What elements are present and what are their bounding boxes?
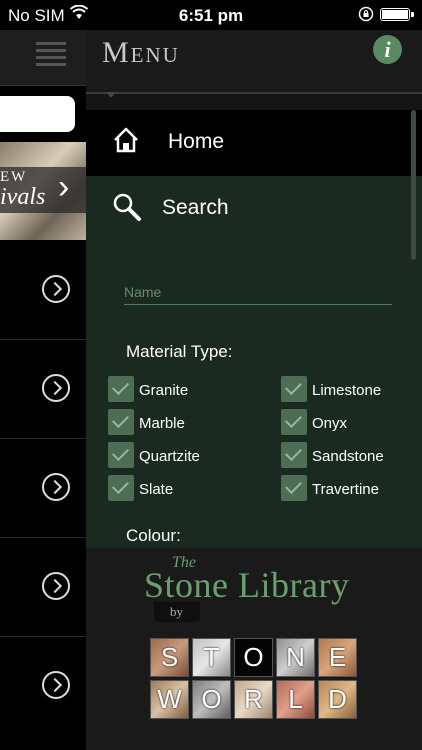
logo-tile: R	[234, 680, 273, 719]
checkbox-checked-icon[interactable]	[108, 409, 134, 435]
logo-name: Stone Library	[144, 565, 350, 605]
rotation-lock-icon	[358, 6, 374, 22]
checkbox-label: Quartzite	[139, 448, 200, 465]
checkbox-label: Granite	[139, 382, 189, 399]
background-topbar	[0, 30, 86, 86]
menu-title: Menu	[102, 36, 180, 69]
checkbox-checked-icon[interactable]	[281, 409, 307, 435]
info-icon[interactable]: i	[373, 35, 402, 64]
home-icon	[114, 127, 138, 153]
checkbox-checked-icon[interactable]	[281, 376, 307, 402]
list-item[interactable]	[0, 538, 86, 637]
checkbox-checked-icon[interactable]	[108, 376, 134, 402]
nav-item-search[interactable]: Search	[86, 176, 422, 242]
chevron-circle-icon[interactable]	[42, 572, 70, 600]
list-item[interactable]	[0, 637, 86, 735]
logo-tile: N	[276, 638, 315, 677]
colour-label: Colour:	[126, 526, 181, 545]
name-field[interactable]	[124, 280, 392, 305]
list-item[interactable]	[0, 340, 86, 439]
status-bar: No SIM 6:51 pm	[0, 0, 422, 30]
nav-search-label: Search	[162, 196, 229, 219]
logo-tile: W	[150, 680, 189, 719]
chevron-right-icon: ›	[58, 168, 70, 206]
background-page: EW ivals ›	[0, 30, 86, 750]
logo-tile: D	[318, 680, 357, 719]
list-item[interactable]	[0, 439, 86, 538]
search-panel: Material Type: Granite Marble Quartzite …	[86, 242, 422, 548]
chevron-circle-icon[interactable]	[42, 473, 70, 501]
background-search-box[interactable]	[0, 96, 75, 132]
checkbox-checked-icon[interactable]	[108, 475, 134, 501]
menu-header: Menu i	[86, 30, 422, 94]
stone-library-logo: The Stone Library by S T O N E W O R L D	[86, 548, 422, 750]
caret-icon	[106, 92, 116, 98]
chevron-circle-icon[interactable]	[42, 671, 70, 699]
checkbox-label: Sandstone	[312, 448, 384, 465]
checkbox-checked-icon[interactable]	[281, 475, 307, 501]
logo-tile: T	[192, 638, 231, 677]
battery-icon	[380, 8, 414, 21]
scrollbar[interactable]	[411, 110, 416, 260]
logo-tile: E	[318, 638, 357, 677]
logo-tile: L	[276, 680, 315, 719]
material-type-label: Material Type:	[126, 342, 233, 361]
checkbox-label: Onyx	[312, 415, 348, 432]
logo-tile: S	[150, 638, 189, 677]
new-arrivals-banner[interactable]: EW ivals ›	[0, 142, 86, 240]
chevron-circle-icon[interactable]	[42, 275, 70, 303]
chevron-circle-icon[interactable]	[42, 374, 70, 402]
nav-item-home[interactable]: Home	[86, 110, 422, 176]
logo-by: by	[170, 604, 183, 619]
list-item[interactable]	[0, 241, 86, 340]
side-menu: Menu i Home Search Material Type: Granit…	[86, 30, 422, 750]
logo-tile: O	[234, 638, 273, 677]
search-icon	[113, 193, 141, 221]
checkbox-label: Marble	[139, 415, 185, 432]
nav-home-label: Home	[168, 130, 225, 153]
checkbox-label: Slate	[139, 481, 174, 498]
checkbox-label: Limestone	[312, 382, 382, 399]
logo-tile: O	[192, 680, 231, 719]
checkbox-checked-icon[interactable]	[108, 442, 134, 468]
banner-line2: ivals	[0, 184, 46, 210]
checkbox-label: Travertine	[312, 481, 379, 498]
list-icon[interactable]	[36, 42, 66, 66]
checkbox-checked-icon[interactable]	[281, 442, 307, 468]
